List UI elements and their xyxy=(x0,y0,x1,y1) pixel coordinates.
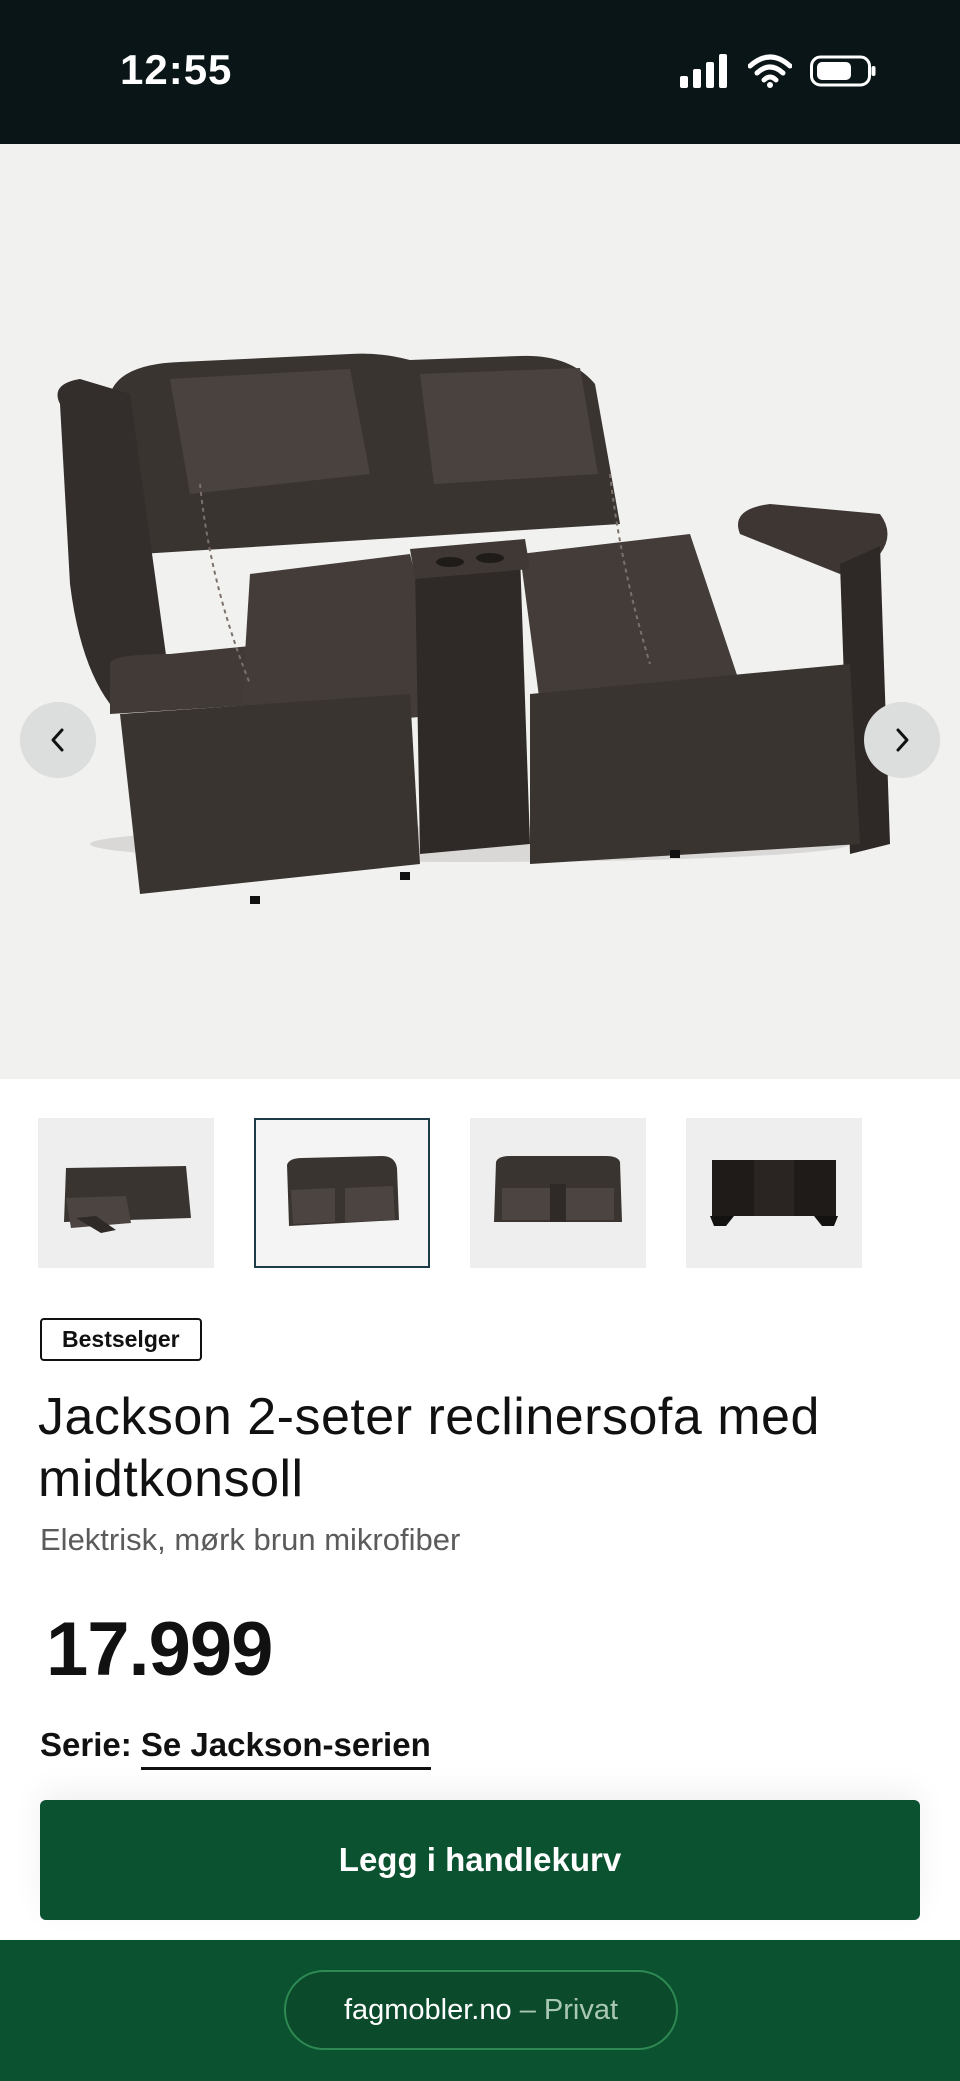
add-to-cart-button[interactable]: Legg i handlekurv xyxy=(40,1800,920,1920)
thumbnail-sofa-front-image xyxy=(494,1156,622,1222)
browser-footer: fagmobler.no – Privat xyxy=(0,1940,960,2081)
thumbnail-1[interactable] xyxy=(38,1118,214,1268)
series-label: Serie: xyxy=(40,1726,132,1763)
cellular-signal-icon xyxy=(680,54,727,88)
product-main-image xyxy=(57,353,890,904)
bestseller-badge: Bestselger xyxy=(40,1318,202,1361)
thumbnail-sofa-angled-image xyxy=(287,1156,399,1226)
thumbnail-3[interactable] xyxy=(470,1118,646,1268)
thumbnail-sofa-back-image xyxy=(710,1160,838,1226)
site-domain: fagmobler.no xyxy=(343,1993,512,2026)
site-address-pill[interactable]: fagmobler.no – Privat xyxy=(284,1970,678,2050)
series-link[interactable]: Se Jackson-serien xyxy=(140,1726,431,1770)
battery-icon xyxy=(810,55,876,87)
thumbnail-2[interactable] xyxy=(254,1118,430,1268)
chevron-right-icon xyxy=(896,728,909,752)
status-icons xyxy=(680,54,876,88)
product-title: Jackson 2-seter reclinersofa med midtkon… xyxy=(38,1388,820,1508)
thumbnail-sofa-reclined-image xyxy=(64,1166,191,1233)
thumbnail-strip xyxy=(38,1118,862,1268)
gallery-next-button[interactable] xyxy=(864,702,940,778)
gallery-prev-button[interactable] xyxy=(20,702,96,778)
product-image-gallery[interactable] xyxy=(0,144,960,1079)
site-mode: Privat xyxy=(543,1993,619,2026)
site-separator: – xyxy=(519,1993,536,2026)
product-price: 17.999 xyxy=(46,1607,273,1692)
chevron-left-icon xyxy=(51,728,64,752)
wifi-icon xyxy=(748,54,792,88)
status-bar: 12:55 xyxy=(0,0,960,144)
product-subtitle: Elektrisk, mørk brun mikrofiber xyxy=(40,1522,461,1557)
thumbnail-4[interactable] xyxy=(686,1118,862,1268)
status-time: 12:55 xyxy=(120,46,233,93)
series-row: Serie: Se Jackson-serien xyxy=(40,1726,431,1770)
